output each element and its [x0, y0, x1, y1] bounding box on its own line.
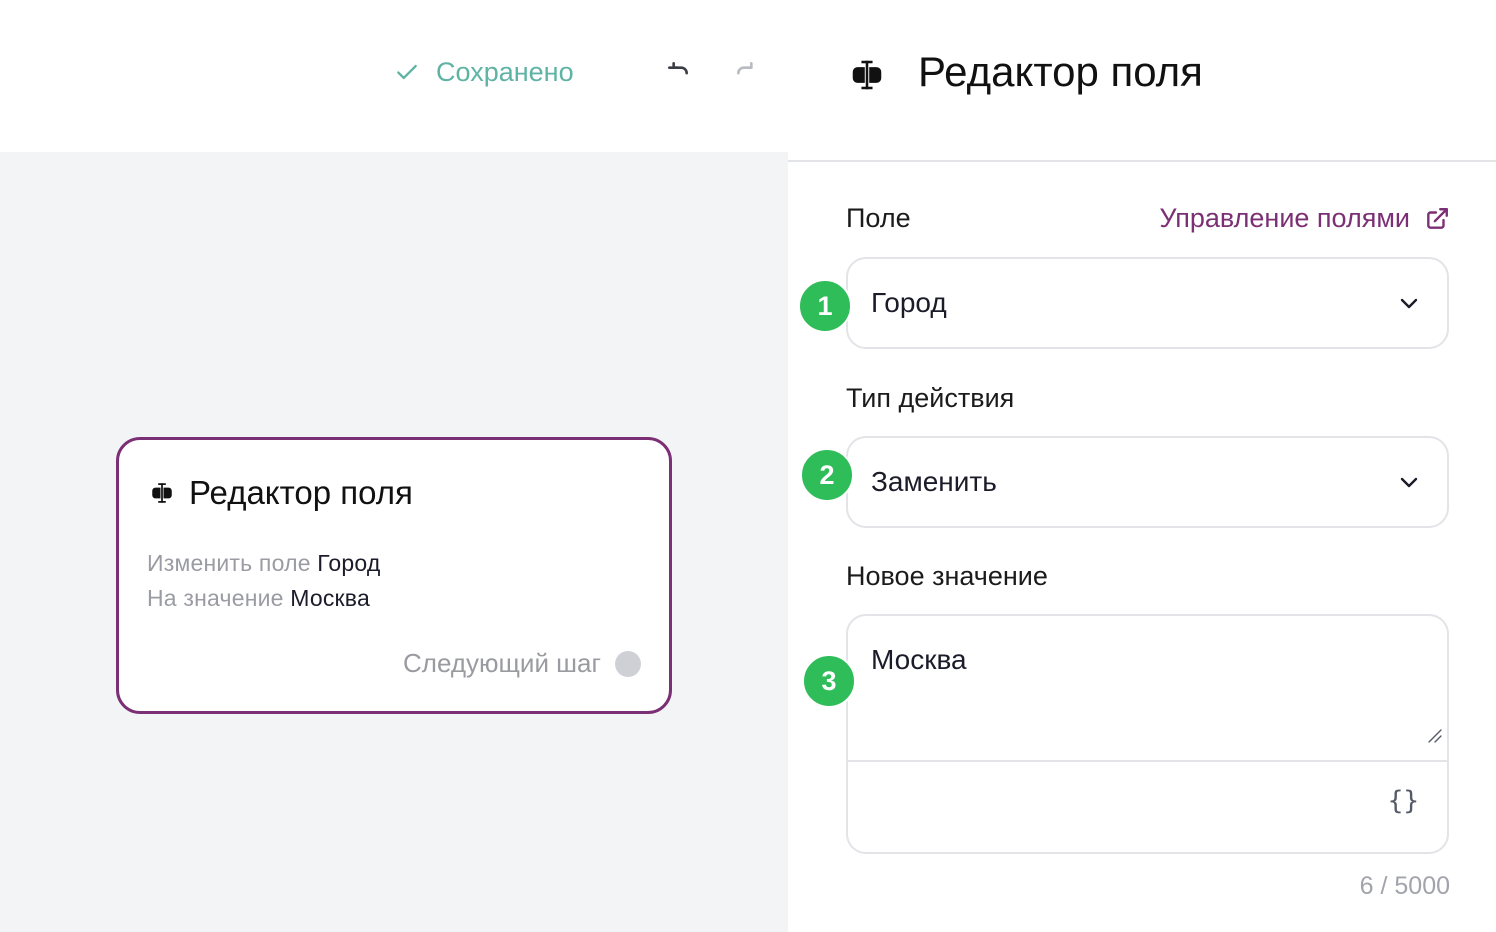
- app-root: Сохранено Редактор поля Изменить поле Го…: [0, 0, 1496, 932]
- undo-icon: [668, 62, 688, 75]
- save-status: Сохранено: [394, 52, 574, 92]
- node-value-line: На значение Москва: [147, 585, 370, 612]
- panel-header: Редактор поля: [788, 0, 1496, 162]
- editor-panel: Редактор поля Поле Управление полями Гор…: [788, 0, 1496, 932]
- node-field-line: Изменить поле Город: [147, 550, 381, 577]
- char-counter: 6 / 5000: [1359, 872, 1450, 900]
- redo-button[interactable]: [731, 56, 763, 88]
- node-field-prefix: Изменить поле: [147, 550, 311, 576]
- field-editor-node[interactable]: Редактор поля Изменить поле Город На зна…: [116, 437, 672, 714]
- panel-title: Редактор поля: [918, 48, 1203, 95]
- save-status-label: Сохранено: [436, 56, 574, 87]
- text-cursor-icon: [152, 483, 172, 503]
- external-link-icon: [1427, 207, 1448, 229]
- undo-button[interactable]: [662, 56, 694, 88]
- chevron-down-icon: [1400, 477, 1418, 488]
- next-step-label: Следующий шаг: [403, 648, 601, 678]
- field-select[interactable]: Город: [846, 257, 1449, 349]
- textarea-divider: [848, 760, 1447, 762]
- step-badge-1: 1: [798, 279, 852, 333]
- action-type-label: Тип действия: [846, 383, 1015, 413]
- redo-icon: [737, 62, 753, 75]
- node-title-text: Редактор поля: [189, 474, 413, 511]
- step-badge-3: 3: [802, 654, 856, 708]
- step-badge-2: 2: [800, 448, 854, 502]
- node-value-prefix: На значение: [147, 585, 284, 611]
- insert-variable-button[interactable]: {}: [1388, 786, 1419, 816]
- field-select-value: Город: [871, 287, 947, 318]
- new-value-label: Новое значение: [846, 561, 1048, 591]
- chevron-down-icon: [1400, 298, 1418, 309]
- node-title: Редактор поля: [149, 474, 413, 512]
- new-value-textarea[interactable]: Москва {}: [846, 614, 1449, 854]
- text-cursor-icon: [852, 60, 882, 90]
- node-value-value: Москва: [290, 585, 370, 611]
- field-label: Поле: [846, 203, 911, 233]
- new-value-text[interactable]: Москва: [871, 644, 967, 676]
- next-step[interactable]: Следующий шаг: [403, 648, 641, 679]
- resize-handle-icon[interactable]: [1427, 728, 1443, 744]
- action-type-value: Заменить: [871, 466, 997, 497]
- action-type-select[interactable]: Заменить: [846, 436, 1449, 528]
- manage-fields-label: Управление полями: [1159, 203, 1410, 233]
- next-step-connector[interactable]: [615, 650, 641, 677]
- top-bar: Сохранено: [0, 0, 788, 152]
- manage-fields-link[interactable]: Управление полями: [1159, 203, 1450, 234]
- node-field-value: Город: [317, 550, 381, 576]
- check-icon: [397, 64, 417, 80]
